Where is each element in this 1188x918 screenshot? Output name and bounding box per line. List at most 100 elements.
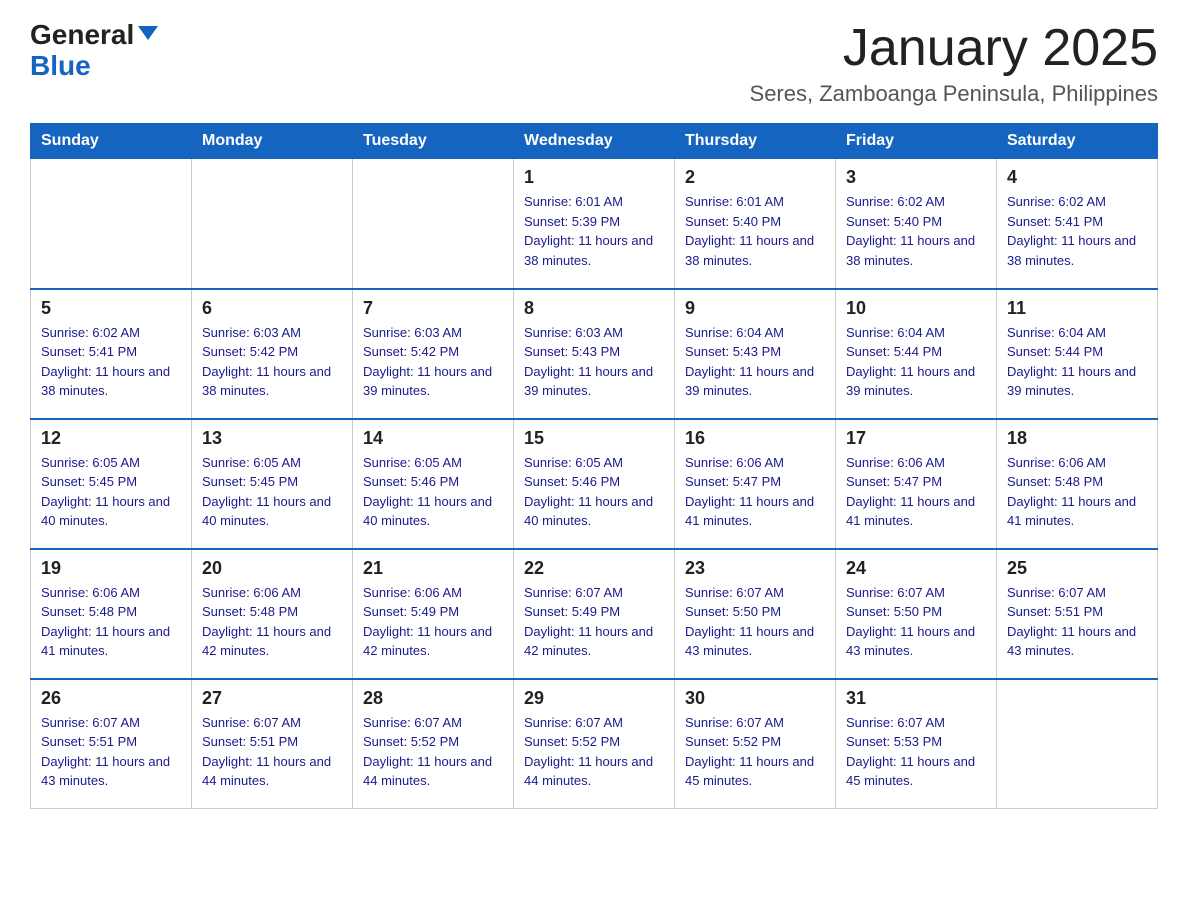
location-title: Seres, Zamboanga Peninsula, Philippines [750, 81, 1158, 107]
day-number: 27 [202, 688, 342, 709]
calendar-day-cell: 22Sunrise: 6:07 AMSunset: 5:49 PMDayligh… [514, 549, 675, 679]
day-number: 5 [41, 298, 181, 319]
logo: General Blue [30, 20, 158, 82]
month-title: January 2025 [750, 20, 1158, 77]
day-info: Sunrise: 6:02 AMSunset: 5:41 PMDaylight:… [41, 325, 170, 399]
calendar-week-row: 19 Sunrise: 6:06 AMSunset: 5:48 PMDayligh… [31, 549, 1158, 679]
day-number: 1 [524, 167, 664, 188]
day-number: 9 [685, 298, 825, 319]
day-number: 19 [41, 558, 181, 579]
day-info: Sunrise: 6:04 AMSunset: 5:44 PMDaylight:… [846, 325, 975, 399]
day-info: Sunrise: 6:04 AMSunset: 5:43 PMDaylight:… [685, 325, 814, 399]
logo-blue-text: Blue [30, 51, 91, 82]
day-number: 17 [846, 428, 986, 449]
day-number: 15 [524, 428, 664, 449]
day-number: 12 [41, 428, 181, 449]
day-info: Sunrise: 6:07 AMSunset: 5:50 PMDaylight:… [685, 585, 814, 659]
day-info: Sunrise: 6:07 AMSunset: 5:50 PMDaylight:… [846, 585, 975, 659]
day-info: Sunrise: 6:07 AMSunset: 5:52 PMDaylight:… [363, 715, 492, 789]
calendar-day-cell: 3Sunrise: 6:02 AMSunset: 5:40 PMDaylight… [836, 159, 997, 289]
calendar-day-cell: 19Sunrise: 6:06 AMSunset: 5:48 PMDayligh… [31, 549, 192, 679]
day-number: 11 [1007, 298, 1147, 319]
calendar-day-cell: 26 Sunrise: 6:07 AMSunset: 5:51 PMDayligh… [31, 679, 192, 809]
calendar-day-cell: 13Sunrise: 6:05 AMSunset: 5:45 PMDayligh… [192, 419, 353, 549]
day-number: 29 [524, 688, 664, 709]
day-number: 2 [685, 167, 825, 188]
day-number: 8 [524, 298, 664, 319]
day-info: Sunrise: 6:05 AMSunset: 5:46 PMDaylight:… [524, 455, 653, 529]
calendar-week-row: 1 Sunrise: 6:01 AMSunset: 5:39 PMDaylight… [31, 159, 1158, 289]
calendar-week-row: 12 Sunrise: 6:05 AMSunset: 5:45 PMDayligh… [31, 419, 1158, 549]
calendar-day-cell: 28 Sunrise: 6:07 AMSunset: 5:52 PMDayligh… [353, 679, 514, 809]
day-info: Sunrise: 6:03 AMSunset: 5:42 PMDaylight:… [202, 325, 331, 399]
header: General Blue January 2025 Seres, Zamboan… [30, 20, 1158, 107]
calendar-day-cell: 18 Sunrise: 6:06 AMSunset: 5:48 PMDayligh… [997, 419, 1158, 549]
calendar-header-sunday: Sunday [31, 124, 192, 159]
calendar-day-cell [192, 159, 353, 289]
calendar-day-cell: 25 Sunrise: 6:07 AMSunset: 5:51 PMDayligh… [997, 549, 1158, 679]
day-number: 3 [846, 167, 986, 188]
calendar-day-cell: 30 Sunrise: 6:07 AMSunset: 5:52 PMDayligh… [675, 679, 836, 809]
day-info: Sunrise: 6:03 AMSunset: 5:43 PMDaylight:… [524, 325, 653, 399]
calendar-day-cell: 14Sunrise: 6:05 AMSunset: 5:46 PMDayligh… [353, 419, 514, 549]
calendar-header-saturday: Saturday [997, 124, 1158, 159]
calendar-day-cell: 24 Sunrise: 6:07 AMSunset: 5:50 PMDayligh… [836, 549, 997, 679]
day-number: 26 [41, 688, 181, 709]
calendar-day-cell: 9 Sunrise: 6:04 AMSunset: 5:43 PMDaylight… [675, 289, 836, 419]
day-number: 21 [363, 558, 503, 579]
day-info: Sunrise: 6:07 AMSunset: 5:51 PMDaylight:… [41, 715, 170, 789]
day-number: 20 [202, 558, 342, 579]
day-info: Sunrise: 6:01 AMSunset: 5:39 PMDaylight:… [524, 194, 653, 268]
day-number: 28 [363, 688, 503, 709]
day-info: Sunrise: 6:06 AMSunset: 5:48 PMDaylight:… [202, 585, 331, 659]
calendar-header-monday: Monday [192, 124, 353, 159]
day-info: Sunrise: 6:07 AMSunset: 5:52 PMDaylight:… [524, 715, 653, 789]
day-number: 25 [1007, 558, 1147, 579]
calendar-day-cell [353, 159, 514, 289]
calendar-header-thursday: Thursday [675, 124, 836, 159]
day-info: Sunrise: 6:06 AMSunset: 5:48 PMDaylight:… [1007, 455, 1136, 529]
day-info: Sunrise: 6:07 AMSunset: 5:52 PMDaylight:… [685, 715, 814, 789]
day-info: Sunrise: 6:03 AMSunset: 5:42 PMDaylight:… [363, 325, 492, 399]
calendar-day-cell: 16 Sunrise: 6:06 AMSunset: 5:47 PMDayligh… [675, 419, 836, 549]
calendar-table: SundayMondayTuesdayWednesdayThursdayFrid… [30, 123, 1158, 809]
day-number: 4 [1007, 167, 1147, 188]
day-number: 31 [846, 688, 986, 709]
day-info: Sunrise: 6:07 AMSunset: 5:51 PMDaylight:… [202, 715, 331, 789]
title-area: January 2025 Seres, Zamboanga Peninsula,… [750, 20, 1158, 107]
day-info: Sunrise: 6:04 AMSunset: 5:44 PMDaylight:… [1007, 325, 1136, 399]
calendar-day-cell: 1 Sunrise: 6:01 AMSunset: 5:39 PMDaylight… [514, 159, 675, 289]
day-number: 10 [846, 298, 986, 319]
calendar-day-cell: 29 Sunrise: 6:07 AMSunset: 5:52 PMDayligh… [514, 679, 675, 809]
calendar-week-row: 26 Sunrise: 6:07 AMSunset: 5:51 PMDayligh… [31, 679, 1158, 809]
calendar-day-cell: 12 Sunrise: 6:05 AMSunset: 5:45 PMDayligh… [31, 419, 192, 549]
day-info: Sunrise: 6:05 AMSunset: 5:45 PMDaylight:… [202, 455, 331, 529]
calendar-day-cell: 10 Sunrise: 6:04 AMSunset: 5:44 PMDayligh… [836, 289, 997, 419]
calendar-day-cell: 8 Sunrise: 6:03 AMSunset: 5:43 PMDaylight… [514, 289, 675, 419]
calendar-day-cell: 15 Sunrise: 6:05 AMSunset: 5:46 PMDayligh… [514, 419, 675, 549]
calendar-day-cell: 4 Sunrise: 6:02 AMSunset: 5:41 PMDaylight… [997, 159, 1158, 289]
calendar-day-cell: 2 Sunrise: 6:01 AMSunset: 5:40 PMDaylight… [675, 159, 836, 289]
calendar-header-friday: Friday [836, 124, 997, 159]
day-info: Sunrise: 6:06 AMSunset: 5:47 PMDaylight:… [685, 455, 814, 529]
calendar-day-cell: 27 Sunrise: 6:07 AMSunset: 5:51 PMDayligh… [192, 679, 353, 809]
day-number: 30 [685, 688, 825, 709]
day-number: 18 [1007, 428, 1147, 449]
calendar-header-tuesday: Tuesday [353, 124, 514, 159]
logo-general-text: General [30, 20, 134, 51]
day-info: Sunrise: 6:07 AMSunset: 5:51 PMDaylight:… [1007, 585, 1136, 659]
calendar-day-cell: 11 Sunrise: 6:04 AMSunset: 5:44 PMDayligh… [997, 289, 1158, 419]
day-info: Sunrise: 6:05 AMSunset: 5:46 PMDaylight:… [363, 455, 492, 529]
day-number: 22 [524, 558, 664, 579]
calendar-day-cell: 5 Sunrise: 6:02 AMSunset: 5:41 PMDaylight… [31, 289, 192, 419]
day-info: Sunrise: 6:01 AMSunset: 5:40 PMDaylight:… [685, 194, 814, 268]
day-info: Sunrise: 6:07 AMSunset: 5:53 PMDaylight:… [846, 715, 975, 789]
day-number: 23 [685, 558, 825, 579]
day-info: Sunrise: 6:02 AMSunset: 5:41 PMDaylight:… [1007, 194, 1136, 268]
calendar-day-cell: 31 Sunrise: 6:07 AMSunset: 5:53 PMDayligh… [836, 679, 997, 809]
day-number: 24 [846, 558, 986, 579]
day-number: 16 [685, 428, 825, 449]
day-info: Sunrise: 6:06 AMSunset: 5:47 PMDaylight:… [846, 455, 975, 529]
day-info: Sunrise: 6:05 AMSunset: 5:45 PMDaylight:… [41, 455, 170, 529]
calendar-day-cell [997, 679, 1158, 809]
